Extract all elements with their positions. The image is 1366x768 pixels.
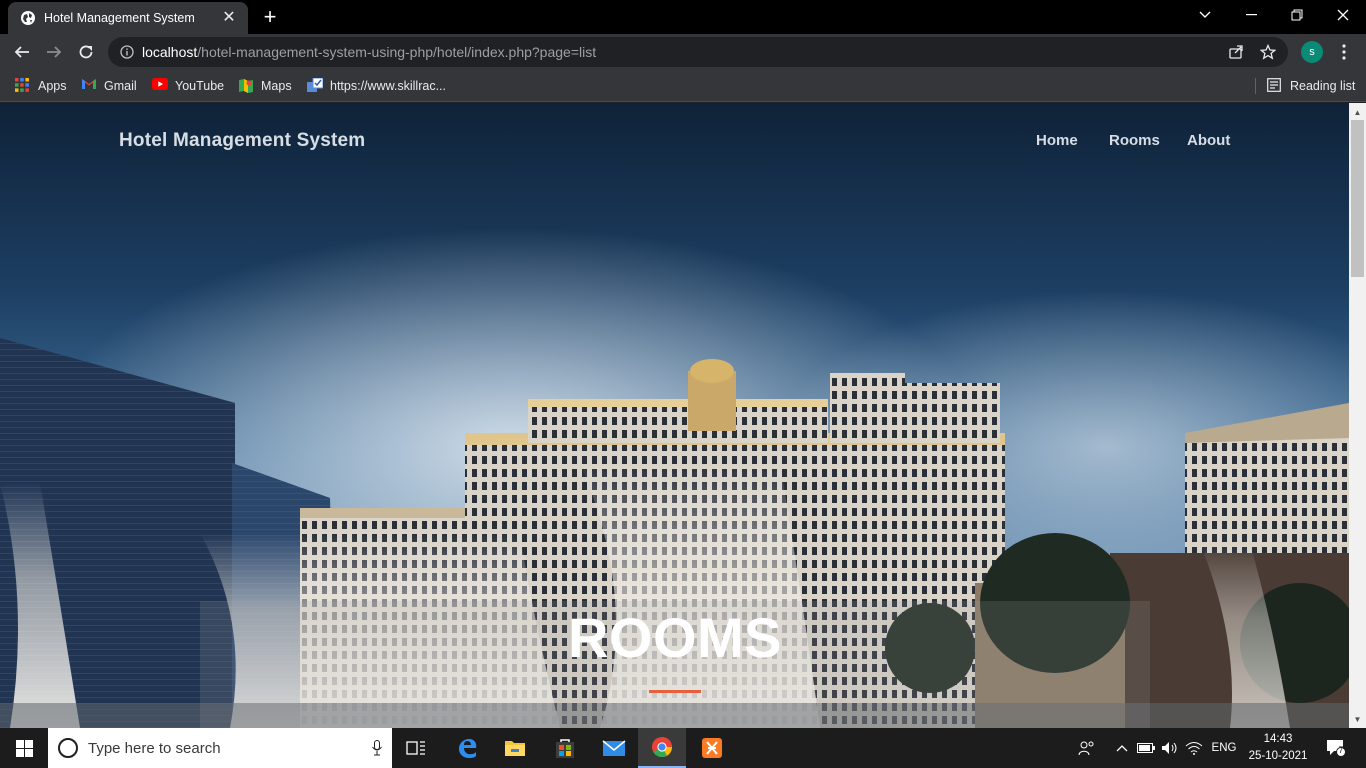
volume-icon[interactable] [1159, 728, 1181, 768]
skillrack-icon [307, 78, 323, 94]
site-brand[interactable]: Hotel Management System [119, 130, 365, 152]
cortana-icon [58, 738, 78, 758]
bookmark-gmail[interactable]: Gmail [81, 76, 137, 96]
nav-about[interactable]: About [1187, 132, 1230, 149]
url-host: localhost [142, 44, 198, 60]
notification-center-icon[interactable]: 7 [1320, 728, 1352, 768]
mail-icon[interactable] [590, 728, 638, 768]
nav-rooms[interactable]: Rooms [1109, 132, 1160, 149]
bookmark-star-icon[interactable] [1260, 37, 1276, 67]
bookmark-label: Maps [261, 79, 292, 93]
browser-toolbar: localhost/hotel-management-system-using-… [0, 34, 1366, 70]
page-title-panel: ROOMS [200, 601, 1150, 728]
bookmark-apps[interactable]: Apps [15, 76, 67, 96]
tab-search-icon[interactable] [1182, 0, 1228, 30]
tab-strip: Hotel Management System ✕ + [0, 0, 1366, 34]
bookmarks-bar: Apps Gmail YouTube Maps https://www.skil… [0, 70, 1366, 102]
youtube-icon [152, 78, 168, 94]
bookmark-skillrack[interactable]: https://www.skillrac... [307, 76, 446, 96]
store-icon[interactable] [541, 728, 589, 768]
windows-start-icon[interactable] [0, 728, 48, 768]
wifi-icon[interactable] [1183, 728, 1205, 768]
page-scrollbar[interactable]: ▲ ▼ [1349, 103, 1366, 728]
bookmark-label: https://www.skillrac... [330, 79, 446, 93]
xampp-icon[interactable] [688, 728, 736, 768]
profile-avatar[interactable]: s [1301, 41, 1323, 63]
notification-count: 7 [1338, 745, 1344, 755]
bookmark-maps[interactable]: Maps [238, 76, 292, 96]
restore-icon[interactable] [1274, 0, 1320, 30]
bookmark-label: YouTube [175, 79, 225, 93]
browser-tab[interactable]: Hotel Management System ✕ [8, 2, 248, 34]
menu-kebab-icon[interactable] [1334, 41, 1354, 63]
language-indicator[interactable]: ENG [1208, 728, 1240, 768]
gmail-icon [81, 78, 97, 94]
bookmark-label: Gmail [104, 79, 137, 93]
tab-title: Hotel Management System [44, 11, 195, 25]
reading-list-icon [1267, 78, 1283, 94]
forward-icon[interactable] [40, 38, 68, 66]
reload-icon[interactable] [72, 38, 100, 66]
file-explorer-icon[interactable] [491, 728, 539, 768]
maps-icon [238, 78, 254, 94]
scroll-down-icon[interactable]: ▼ [1349, 712, 1366, 726]
site-navbar: Hotel Management System Home Rooms About [0, 103, 1349, 179]
minimize-icon[interactable] [1228, 0, 1274, 30]
back-icon[interactable] [8, 38, 36, 66]
close-tab-icon[interactable]: ✕ [220, 10, 238, 26]
bookmark-label: Apps [38, 79, 67, 93]
scroll-thumb[interactable] [1351, 120, 1364, 277]
reading-list-button[interactable]: Reading list [1267, 76, 1355, 96]
reading-list-label: Reading list [1290, 79, 1356, 93]
people-icon[interactable] [1073, 728, 1101, 768]
show-hidden-icons-icon[interactable] [1112, 728, 1132, 768]
battery-icon[interactable] [1136, 728, 1156, 768]
edge-icon[interactable] [443, 728, 491, 768]
page-viewport: Hotel Management System Home Rooms About… [0, 103, 1349, 728]
scroll-up-icon[interactable]: ▲ [1349, 105, 1366, 119]
clock-date: 25-10-2021 [1248, 750, 1308, 762]
taskbar-search-box[interactable]: Type here to search [48, 728, 392, 768]
address-bar[interactable]: localhost/hotel-management-system-using-… [108, 37, 1288, 67]
bookmark-youtube[interactable]: YouTube [152, 76, 224, 96]
chrome-icon[interactable] [638, 728, 686, 768]
taskbar-clock[interactable]: 14:43 25-10-2021 [1242, 731, 1314, 765]
site-info-icon[interactable] [120, 45, 134, 59]
task-view-icon[interactable] [392, 728, 440, 768]
heading-divider [649, 690, 701, 693]
close-window-icon[interactable] [1320, 0, 1366, 30]
windows-taskbar: Type here to search ENG 14:43 25-10-2021… [0, 728, 1366, 768]
url-path: /hotel-management-system-using-php/hotel… [197, 44, 597, 60]
bookmarks-separator [1255, 78, 1256, 94]
page-title: ROOMS [567, 606, 783, 669]
globe-icon [20, 10, 36, 26]
microphone-icon[interactable] [362, 740, 392, 756]
new-tab-button[interactable]: + [258, 6, 282, 28]
nav-home[interactable]: Home [1036, 132, 1078, 149]
clock-time: 14:43 [1263, 733, 1293, 745]
apps-grid-icon [15, 78, 31, 94]
share-icon[interactable] [1228, 37, 1244, 67]
search-placeholder: Type here to search [88, 739, 221, 757]
